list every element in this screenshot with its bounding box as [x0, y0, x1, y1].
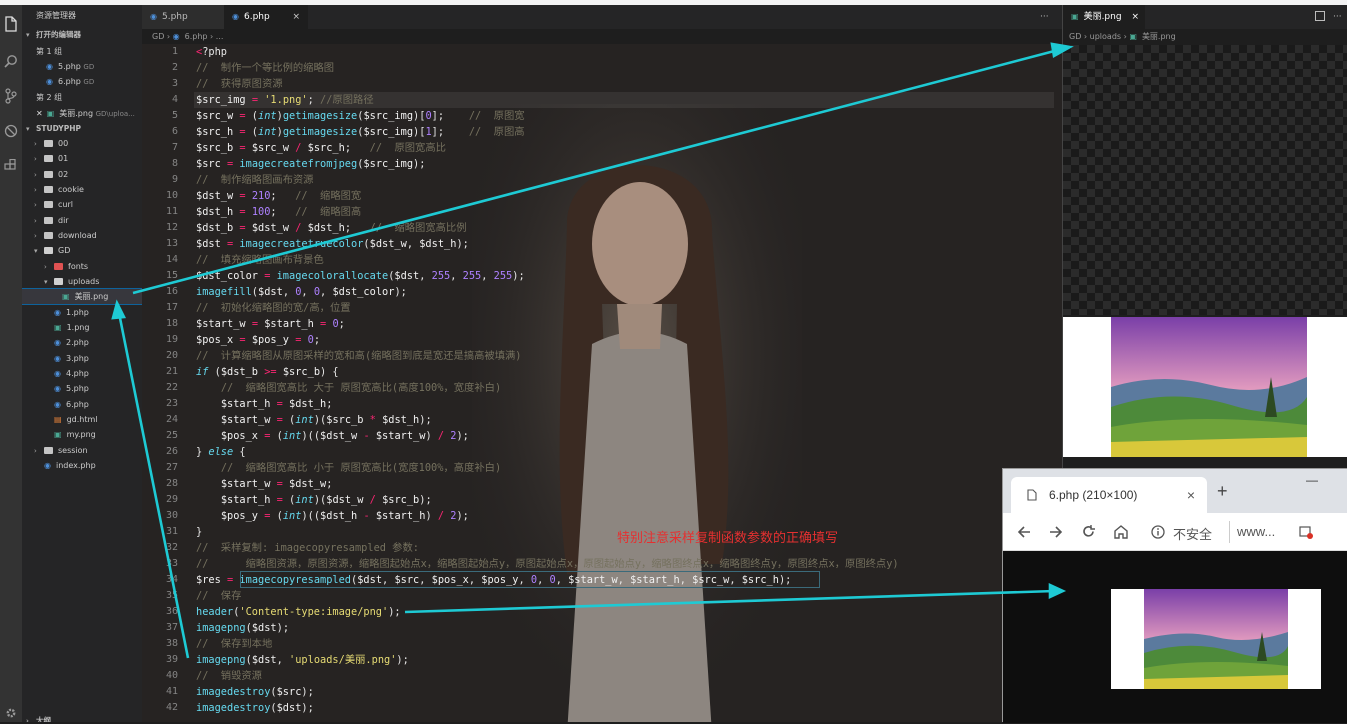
arrow-head: [111, 299, 127, 320]
arrow-head: [1050, 42, 1074, 59]
arrow-to-browser: [404, 589, 1056, 614]
arrow-to-file: [117, 312, 190, 659]
arrow-to-preview: [132, 47, 1063, 295]
arrow-head: [1048, 582, 1067, 600]
annotation-arrows: [111, 42, 1074, 659]
